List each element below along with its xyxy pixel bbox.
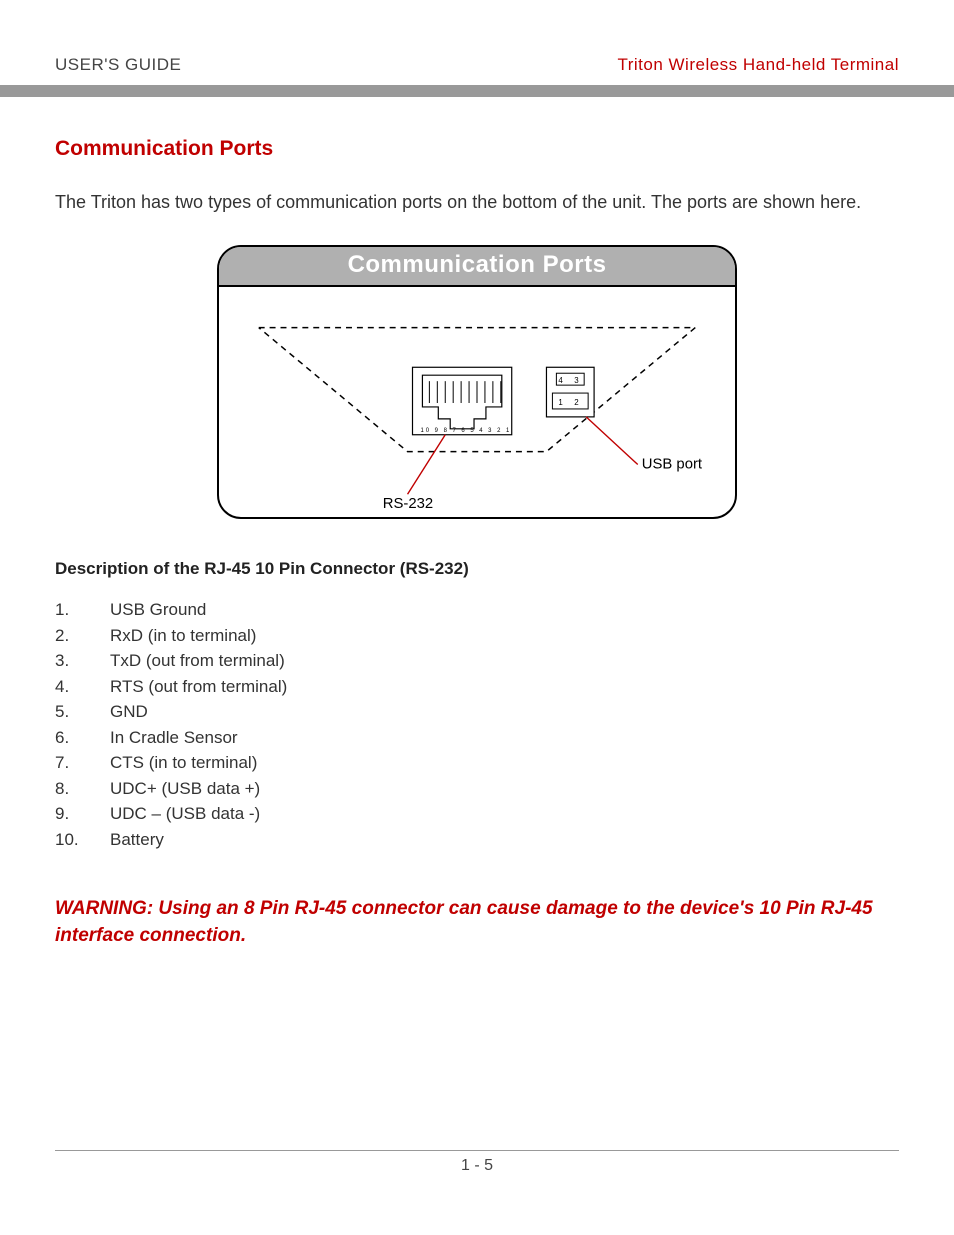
intro-paragraph: The Triton has two types of communicatio…	[55, 189, 899, 215]
usb-pin-2: 2	[574, 398, 578, 407]
list-item: 4.RTS (out from terminal)	[55, 674, 899, 700]
diagram-body: 10 9 8 7 6 5 4 3 2 1 4 3 1 2 RS-232	[219, 287, 735, 517]
usb-label: USB port	[642, 457, 703, 473]
header-left: USER'S GUIDE	[55, 55, 181, 75]
usb-pin-3: 3	[574, 376, 579, 385]
usb-callout-line	[586, 417, 638, 465]
pin-desc-heading: Description of the RJ-45 10 Pin Connecto…	[55, 559, 899, 579]
diagram-title: Communication Ports	[219, 247, 735, 287]
footer: 1 - 5	[55, 1150, 899, 1175]
warning-text: WARNING: Using an 8 Pin RJ-45 connector …	[55, 896, 899, 949]
page-number: 1 - 5	[55, 1151, 899, 1175]
list-item: 1.USB Ground	[55, 597, 899, 623]
list-item: 7.CTS (in to terminal)	[55, 750, 899, 776]
section-title: Communication Ports	[55, 137, 899, 161]
header-divider-bar	[0, 85, 954, 97]
rj45-pin-numbers: 10 9 8 7 6 5 4 3 2 1	[420, 428, 511, 434]
list-item: 8.UDC+ (USB data +)	[55, 776, 899, 802]
list-item: 9.UDC – (USB data -)	[55, 801, 899, 827]
list-item: 2.RxD (in to terminal)	[55, 623, 899, 649]
usb-pin-1: 1	[558, 398, 563, 407]
list-item: 3.TxD (out from terminal)	[55, 648, 899, 674]
list-item: 10.Battery	[55, 827, 899, 853]
page-header: USER'S GUIDE Triton Wireless Hand-held T…	[55, 55, 899, 75]
rs232-label: RS-232	[383, 496, 433, 512]
ports-svg: 10 9 8 7 6 5 4 3 2 1 4 3 1 2 RS-232	[219, 287, 735, 517]
usb-pin-4: 4	[558, 376, 563, 385]
communication-ports-diagram: Communication Ports	[217, 245, 737, 519]
list-item: 5.GND	[55, 699, 899, 725]
rs232-callout-line	[408, 435, 446, 495]
rj45-connector-icon: 10 9 8 7 6 5 4 3 2 1	[413, 367, 512, 434]
pin-list: 1.USB Ground 2.RxD (in to terminal) 3.Tx…	[55, 597, 899, 852]
header-right: Triton Wireless Hand-held Terminal	[617, 55, 899, 75]
usb-connector-icon: 4 3 1 2	[546, 367, 594, 417]
diagram-container: Communication Ports	[55, 245, 899, 519]
list-item: 6.In Cradle Sensor	[55, 725, 899, 751]
